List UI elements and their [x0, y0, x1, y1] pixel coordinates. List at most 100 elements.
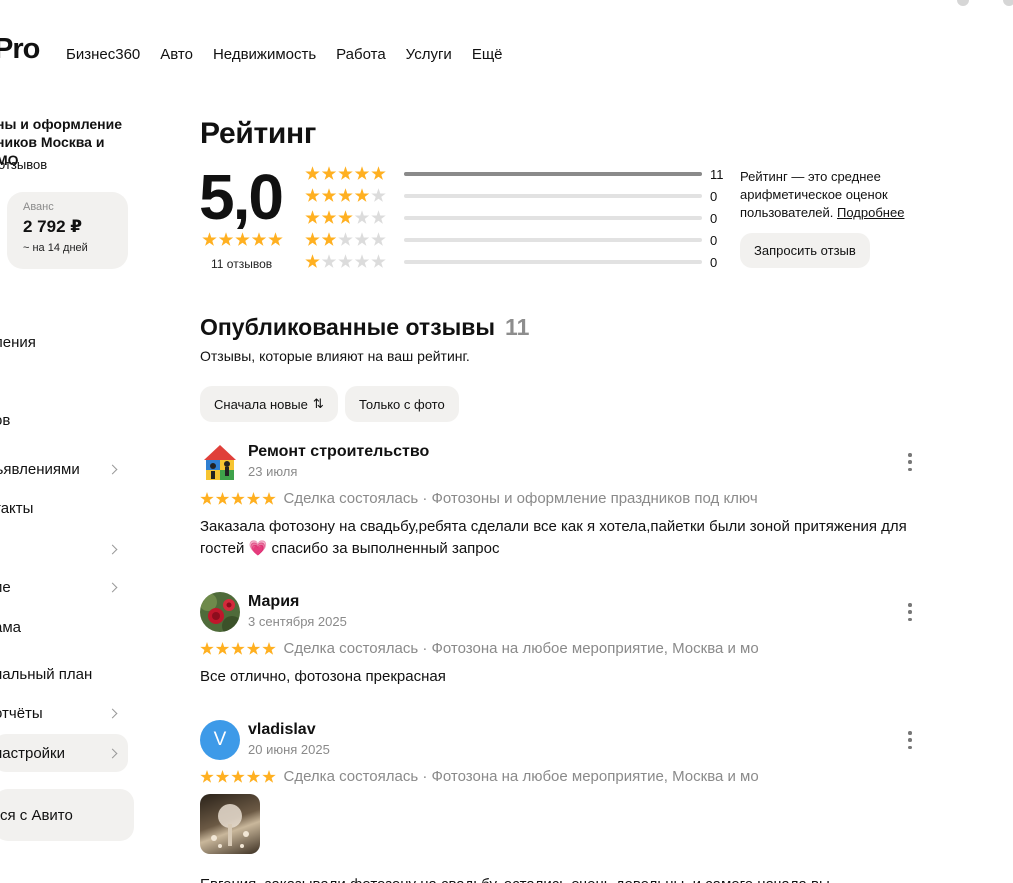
- star-icon: [219, 232, 234, 247]
- distribution-count: 0: [710, 188, 718, 204]
- rating-more-link[interactable]: Подробнее: [837, 205, 904, 220]
- nav-jobs[interactable]: Работа: [336, 46, 386, 63]
- distribution-stars: [305, 231, 404, 249]
- star-icon: [322, 254, 337, 269]
- sidebar-item-collapsed[interactable]: [0, 530, 128, 568]
- sort-label: Сначала новые: [214, 396, 308, 412]
- review-date: 3 сентября 2025: [248, 614, 347, 629]
- review-text-clipped: Евгения, заказывали фотозону на свадьбу,…: [200, 874, 920, 883]
- nav-more[interactable]: Ещё: [472, 46, 503, 63]
- deal-status: Сделка состоялась: [283, 768, 419, 785]
- star-icon: [235, 232, 250, 247]
- sidebar-item-label: ов: [0, 411, 11, 429]
- service-name[interactable]: Фотозоны и оформление праздников под клю…: [432, 490, 758, 507]
- avatar[interactable]: V: [200, 720, 240, 760]
- published-reviews-title: Опубликованные отзывы 11: [200, 314, 529, 341]
- sidebar-item-label: нальный план: [0, 665, 93, 683]
- sidebar-item-ads-management[interactable]: ъявлениями: [0, 450, 128, 488]
- sidebar-item-ads[interactable]: ама: [0, 608, 128, 646]
- sidebar-item-listings[interactable]: ления: [0, 323, 128, 361]
- star-icon: [262, 492, 276, 506]
- review-text: Заказала фотозону на свадьбу,ребята сдел…: [200, 516, 920, 560]
- sidebar-item-reports[interactable]: отчёты: [0, 694, 128, 732]
- star-icon: [338, 232, 353, 247]
- chevron-right-icon: [107, 544, 118, 554]
- sidebar-item-plan[interactable]: нальный план: [0, 655, 128, 693]
- star-icon: [355, 188, 370, 203]
- star-icon: [355, 166, 370, 181]
- avatar[interactable]: [200, 592, 240, 632]
- star-icon: [305, 210, 320, 225]
- balance-label: Аванс: [23, 201, 54, 213]
- balance-card[interactable]: Аванс 2 792 ₽ ~ на 14 дней: [7, 192, 128, 269]
- distribution-row: 0: [305, 187, 728, 205]
- request-review-button[interactable]: Запросить отзыв: [740, 233, 870, 268]
- avatar[interactable]: [200, 442, 240, 482]
- contact-avito-button[interactable]: ся с Авито: [0, 789, 134, 841]
- star-icon: [338, 188, 353, 203]
- star-icon: [355, 210, 370, 225]
- rose-avatar-icon: [200, 592, 240, 632]
- sort-newest-button[interactable]: Сначала новые ⇅: [200, 386, 338, 422]
- sidebar-item-reviews[interactable]: ов: [0, 401, 128, 439]
- distribution-row: 0: [305, 253, 728, 271]
- distribution-count: 11: [710, 166, 724, 182]
- star-icon: [305, 166, 320, 181]
- more-options-icon[interactable]: [904, 603, 916, 621]
- avito-pro-logo[interactable]: Pro: [0, 33, 40, 66]
- service-name[interactable]: Фотозона на любое мероприятие, Москва и …: [432, 640, 759, 657]
- corner-mark-icon: [1003, 0, 1013, 6]
- sidebar-item-label: ама: [0, 618, 21, 636]
- reviewer-name[interactable]: Ремонт строительство: [248, 443, 429, 461]
- review-text-tail: спасибо за выполненный запрос: [271, 540, 500, 557]
- star-icon: [338, 254, 353, 269]
- sidebar-item-settings[interactable]: настройки: [0, 734, 128, 772]
- review-stars: [200, 490, 278, 507]
- sidebar-item-label: такты: [0, 499, 34, 517]
- star-icon: [371, 232, 386, 247]
- rating-value: 5,0: [199, 161, 284, 233]
- distribution-count: 0: [710, 254, 718, 270]
- published-count: 11: [505, 314, 530, 340]
- star-icon: [231, 492, 245, 506]
- chevron-right-icon: [107, 582, 118, 592]
- star-icon: [338, 166, 353, 181]
- sidebar-item-label: настройки: [0, 744, 66, 762]
- distribution-bar-fill: [404, 172, 702, 176]
- review-stars: [200, 640, 278, 657]
- corner-mark-icon: [957, 0, 969, 6]
- star-icon: [216, 492, 230, 506]
- sidebar-item-label: отчёты: [0, 704, 43, 722]
- nav-realty[interactable]: Недвижимость: [213, 46, 316, 63]
- nav-business360[interactable]: Бизнес360: [66, 46, 140, 63]
- sort-icon: ⇅: [312, 396, 324, 411]
- star-icon: [200, 492, 214, 506]
- star-icon: [200, 770, 214, 784]
- nav-auto[interactable]: Авто: [160, 46, 193, 63]
- more-options-icon[interactable]: [904, 453, 916, 471]
- star-icon: [322, 210, 337, 225]
- service-name[interactable]: Фотозона на любое мероприятие, Москва и …: [432, 768, 759, 785]
- distribution-stars: [305, 253, 404, 271]
- review-meta: Сделка состоялась · Фотозона на любое ме…: [200, 768, 759, 785]
- nav-services[interactable]: Услуги: [406, 46, 452, 63]
- star-icon: [371, 254, 386, 269]
- photo-only-filter[interactable]: Только с фото: [345, 386, 459, 422]
- star-icon: [216, 770, 230, 784]
- star-icon: [371, 210, 386, 225]
- distribution-stars: [305, 209, 404, 227]
- star-icon: [355, 254, 370, 269]
- more-options-icon[interactable]: [904, 731, 916, 749]
- reviewer-name[interactable]: Мария: [248, 593, 299, 611]
- reviewer-name[interactable]: vladislav: [248, 721, 316, 739]
- distribution-row: 0: [305, 231, 728, 249]
- review-photo[interactable]: [200, 794, 260, 854]
- chevron-right-icon: [107, 708, 118, 718]
- business-reviews-count[interactable]: отзывов: [0, 157, 47, 172]
- sidebar-item-promotion[interactable]: ие: [0, 568, 128, 606]
- review-date: 23 июля: [248, 464, 298, 479]
- star-icon: [202, 232, 217, 247]
- sidebar-item-contacts[interactable]: такты: [0, 489, 128, 527]
- distribution-bar: [404, 216, 702, 220]
- distribution-stars: [305, 187, 404, 205]
